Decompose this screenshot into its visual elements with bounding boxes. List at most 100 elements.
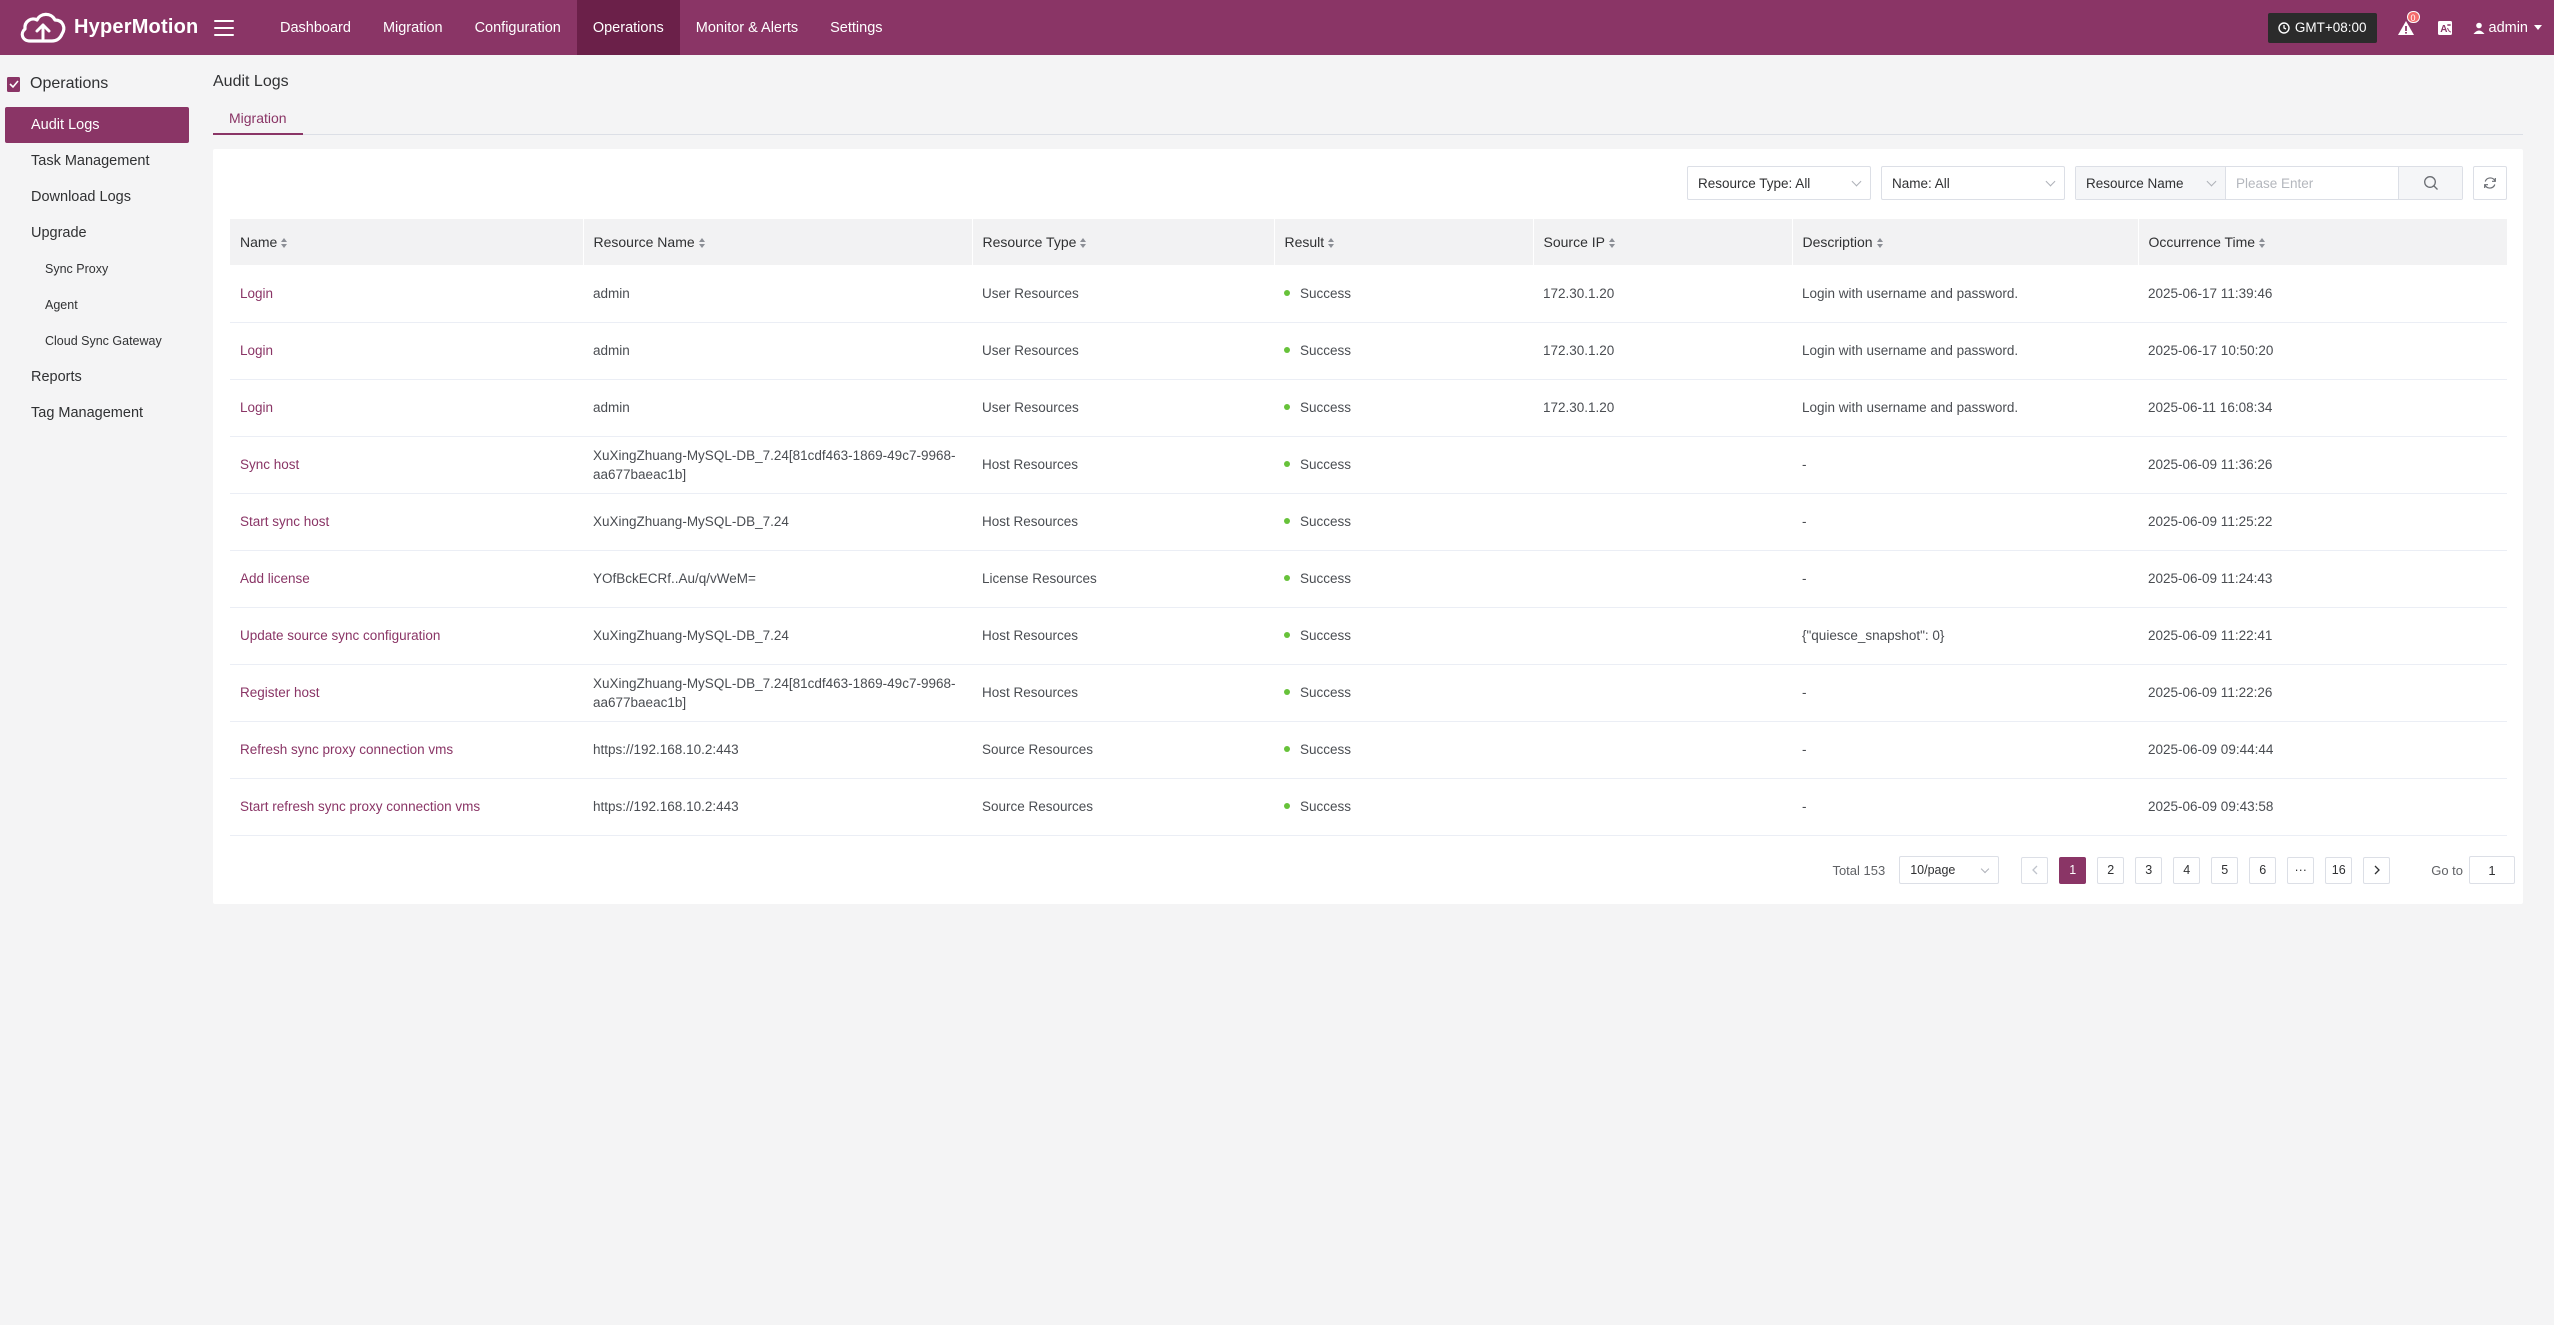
page-size-select[interactable]: 10/page xyxy=(1899,856,2000,884)
row-resource-name: admin xyxy=(583,322,972,380)
refresh-button[interactable] xyxy=(2473,166,2507,200)
sidebar-item-cloud-sync-gateway[interactable]: Cloud Sync Gateway xyxy=(5,323,189,359)
page-button-3[interactable]: 3 xyxy=(2135,856,2163,884)
svg-text:A: A xyxy=(2440,24,2447,35)
column-header-resource-name[interactable]: Resource Name xyxy=(583,219,973,265)
row-result: Success xyxy=(1274,265,1533,323)
row-source-ip xyxy=(1533,721,1792,779)
table-row: Refresh sync proxy connection vms https:… xyxy=(230,721,2507,779)
column-header-description[interactable]: Description xyxy=(1792,219,2139,265)
main-content: Audit Logs Migration Resource Type: All … xyxy=(213,55,2523,904)
sort-icon xyxy=(1080,238,1087,249)
nav-configuration[interactable]: Configuration xyxy=(459,0,577,55)
success-dot-icon xyxy=(1284,518,1290,525)
name-filter[interactable]: Name: All xyxy=(1881,166,2065,200)
resource-type-filter[interactable]: Resource Type: All xyxy=(1687,166,1871,200)
search-field-select[interactable]: Resource Name xyxy=(2076,167,2226,199)
success-dot-icon xyxy=(1284,689,1290,696)
row-description: - xyxy=(1792,550,2138,608)
nav-settings[interactable]: Settings xyxy=(814,0,898,55)
page-button-1[interactable]: 1 xyxy=(2059,856,2087,884)
sidebar-item-download-logs[interactable]: Download Logs xyxy=(5,179,189,215)
row-description: - xyxy=(1792,436,2138,494)
page-size-label: 10/page xyxy=(1910,863,1956,877)
row-name-link[interactable]: Start refresh sync proxy connection vms xyxy=(240,799,480,814)
success-dot-icon xyxy=(1284,803,1290,810)
sidebar-item-task-management[interactable]: Task Management xyxy=(5,143,189,179)
row-resource-name: XuXingZhuang-MySQL-DB_7.24 xyxy=(583,607,972,665)
clock-icon xyxy=(2278,21,2290,34)
nav-operations[interactable]: Operations xyxy=(576,0,680,55)
page-button-2[interactable]: 2 xyxy=(2097,856,2125,884)
row-source-ip xyxy=(1533,436,1792,494)
nav-dashboard[interactable]: Dashboard xyxy=(264,0,367,55)
name-filter-label: Name: All xyxy=(1892,175,1950,191)
timezone-display[interactable]: GMT+08:00 xyxy=(2267,12,2377,43)
row-name-link[interactable]: Start sync host xyxy=(240,514,329,529)
column-header-resource-type[interactable]: Resource Type xyxy=(972,219,1275,265)
sidebar-item-sync-proxy[interactable]: Sync Proxy xyxy=(5,251,189,287)
row-name-link[interactable]: Login xyxy=(240,400,273,415)
row-name-link[interactable]: Login xyxy=(240,286,273,301)
goto-label: Go to xyxy=(2431,862,2463,878)
total-count: Total 153 xyxy=(1832,862,1886,878)
row-source-ip xyxy=(1533,550,1792,608)
search-field-label: Resource Name xyxy=(2086,175,2184,191)
page-button-16[interactable]: 16 xyxy=(2325,856,2353,884)
tab-migration[interactable]: Migration xyxy=(213,103,303,135)
row-description: {"quiesce_snapshot": 0} xyxy=(1792,607,2138,665)
page-ellipsis-button[interactable]: ··· xyxy=(2287,856,2315,884)
brand-logo[interactable]: HyperMotion xyxy=(0,0,210,55)
column-header-result[interactable]: Result xyxy=(1274,219,1534,265)
goto-page-input[interactable] xyxy=(2469,856,2515,884)
nav-monitor-alerts[interactable]: Monitor & Alerts xyxy=(680,0,814,55)
row-occurrence-time: 2025-06-09 11:36:26 xyxy=(2138,436,2507,494)
sort-icon xyxy=(1608,238,1615,249)
row-result: Success xyxy=(1274,607,1533,665)
user-menu[interactable]: admin xyxy=(2473,20,2542,36)
language-icon[interactable]: A xyxy=(2437,20,2453,36)
sidebar-item-upgrade[interactable]: Upgrade xyxy=(5,215,189,251)
top-navbar: HyperMotion Dashboard Migration Configur… xyxy=(0,0,2554,55)
page-button-5[interactable]: 5 xyxy=(2211,856,2239,884)
row-resource-type: Host Resources xyxy=(972,607,1274,665)
row-name-link[interactable]: Login xyxy=(240,343,273,358)
table-row: Login admin User Resources Success 172.3… xyxy=(230,322,2507,380)
row-resource-name: XuXingZhuang-MySQL-DB_7.24[81cdf463-1869… xyxy=(583,436,972,494)
row-name-link[interactable]: Sync host xyxy=(240,457,299,472)
row-occurrence-time: 2025-06-17 10:50:20 xyxy=(2138,322,2507,380)
table-row: Login admin User Resources Success 172.3… xyxy=(230,379,2507,437)
column-header-name[interactable]: Name xyxy=(230,219,584,265)
column-header-source-ip[interactable]: Source IP xyxy=(1533,219,1793,265)
row-source-ip: 172.30.1.20 xyxy=(1533,379,1792,437)
row-resource-type: Host Resources xyxy=(972,664,1274,722)
sidebar-item-reports[interactable]: Reports xyxy=(5,359,189,395)
user-icon xyxy=(2473,22,2484,34)
row-description: Login with username and password. xyxy=(1792,379,2138,437)
nav-migration[interactable]: Migration xyxy=(367,0,459,55)
next-page-button[interactable] xyxy=(2363,856,2391,884)
row-name-link[interactable]: Refresh sync proxy connection vms xyxy=(240,742,453,757)
sidebar-item-agent[interactable]: Agent xyxy=(5,287,189,323)
chevron-left-icon xyxy=(2031,865,2038,875)
row-result: Success xyxy=(1274,721,1533,779)
row-name-link[interactable]: Update source sync configuration xyxy=(240,628,440,643)
audit-log-panel: Resource Type: All Name: All Resource Na… xyxy=(213,149,2523,904)
search-icon xyxy=(2423,176,2438,190)
sidebar-item-tag-management[interactable]: Tag Management xyxy=(5,395,189,431)
row-name-link[interactable]: Register host xyxy=(240,685,320,700)
success-dot-icon xyxy=(1284,290,1290,297)
search-input[interactable] xyxy=(2226,167,2398,199)
filter-bar: Resource Type: All Name: All Resource Na… xyxy=(1687,166,2523,200)
sidebar-item-audit-logs[interactable]: Audit Logs xyxy=(5,107,189,143)
row-name-link[interactable]: Add license xyxy=(240,571,310,586)
menu-toggle-icon[interactable] xyxy=(214,19,234,36)
row-description: - xyxy=(1792,493,2138,551)
row-result: Success xyxy=(1274,493,1533,551)
page-button-4[interactable]: 4 xyxy=(2173,856,2201,884)
column-header-occurrence-time[interactable]: Occurrence Time xyxy=(2138,219,2508,265)
alerts-button[interactable]: 0 xyxy=(2397,10,2420,37)
search-button[interactable] xyxy=(2398,167,2462,199)
prev-page-button[interactable] xyxy=(2021,856,2049,884)
page-button-6[interactable]: 6 xyxy=(2249,856,2277,884)
